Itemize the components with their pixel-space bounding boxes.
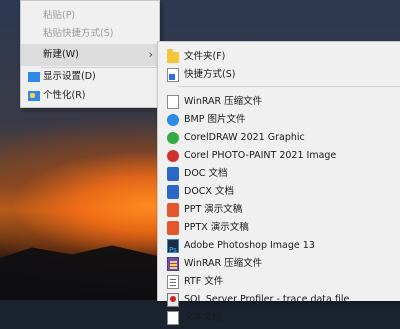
ppt-icon bbox=[167, 203, 179, 217]
submenu-item-label: 快捷方式(S) bbox=[184, 69, 236, 80]
menu-item-label: 粘贴快捷方式(S) bbox=[43, 28, 114, 39]
context-menu: 粘贴(P) 粘贴快捷方式(S) 新建(W) › 显示设置(D) 个性化(R) bbox=[20, 0, 160, 108]
new-submenu: 文件夹(F) 快捷方式(S) WinRAR 压缩文件 BMP 图片文件 Core… bbox=[157, 41, 400, 325]
winrar-icon bbox=[167, 257, 179, 271]
shortcut-icon bbox=[167, 68, 179, 82]
chevron-right-icon: › bbox=[148, 48, 153, 61]
rtf-icon bbox=[167, 275, 179, 289]
pptx-icon bbox=[167, 221, 179, 235]
menu-item-new[interactable]: 新建(W) › bbox=[21, 44, 159, 66]
menu-item-paste-shortcut[interactable]: 粘贴快捷方式(S) bbox=[21, 23, 159, 45]
file-icon bbox=[167, 95, 179, 109]
sql-profiler-icon bbox=[167, 293, 179, 307]
submenu-item-text-document[interactable]: 文本文档 bbox=[158, 307, 400, 329]
coreldraw-icon bbox=[167, 132, 179, 144]
menu-item-label: 个性化(R) bbox=[43, 90, 86, 101]
photopaint-icon bbox=[167, 150, 179, 162]
menu-separator bbox=[178, 86, 400, 87]
menu-item-personalize[interactable]: 个性化(R) bbox=[21, 85, 159, 107]
photoshop-icon bbox=[167, 239, 179, 261]
submenu-item-label: 文本文档 bbox=[184, 312, 223, 323]
folder-icon bbox=[167, 49, 179, 63]
menu-item-label: 新建(W) bbox=[43, 49, 79, 60]
display-settings-icon bbox=[28, 72, 40, 82]
text-document-icon bbox=[167, 311, 179, 325]
docx-icon bbox=[167, 185, 179, 199]
bmp-icon bbox=[167, 114, 179, 126]
doc-icon bbox=[167, 167, 179, 181]
personalize-icon bbox=[28, 91, 40, 101]
submenu-item-shortcut[interactable]: 快捷方式(S) bbox=[158, 64, 400, 86]
